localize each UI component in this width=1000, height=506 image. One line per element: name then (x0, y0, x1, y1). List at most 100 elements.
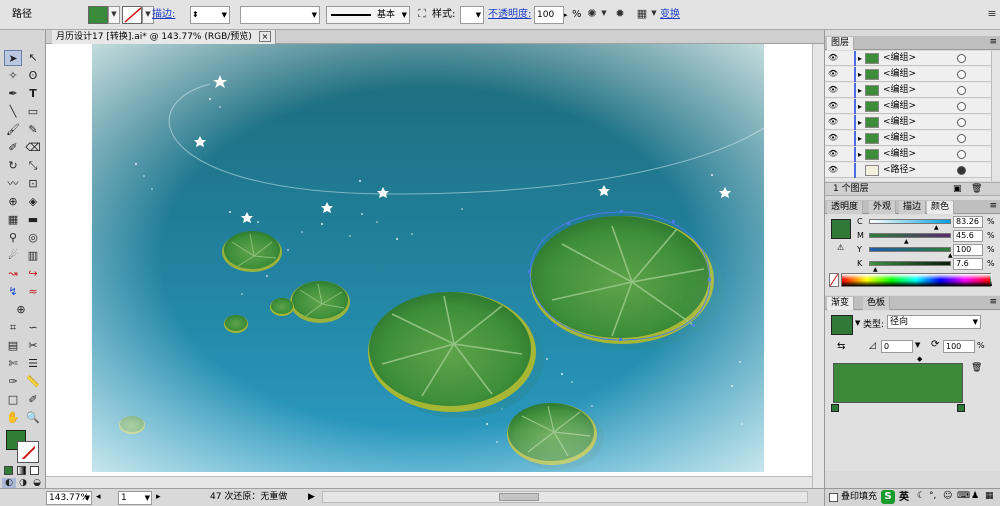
paintbrush-tool-icon[interactable]: 🖌 (4, 122, 22, 138)
selection-tool-icon[interactable]: ➤ (4, 50, 22, 66)
global-edit-icon[interactable]: ✹ (612, 6, 628, 24)
expand-triangle-icon[interactable]: ▸ (858, 131, 862, 146)
gradient-slider-bar[interactable] (833, 363, 963, 403)
color-mode-icon[interactable] (4, 466, 13, 475)
transform-panel-link[interactable]: 变换 (660, 6, 680, 24)
current-fill-swatch[interactable] (831, 219, 851, 239)
emoji-icon[interactable]: ☺ (943, 491, 952, 501)
tab-appearance[interactable]: 外观 (869, 201, 897, 214)
panel-menu-icon[interactable]: ≡ (989, 200, 997, 213)
slider-marker[interactable]: ▲ (934, 225, 939, 231)
line-tool-icon[interactable]: ╲ (4, 104, 22, 120)
pen-tool-icon[interactable]: ✒ (4, 86, 22, 102)
measure-tool-icon[interactable]: 📏 (24, 374, 42, 390)
layer-row[interactable]: 👁 ▸ <编组> (825, 147, 991, 162)
expand-icon[interactable]: ⛶ (414, 6, 430, 24)
symbol-sprayer-tool-icon[interactable]: ☄ (4, 248, 22, 264)
artwork-canvas[interactable] (92, 44, 764, 472)
type-tool-icon[interactable]: T (24, 86, 42, 102)
stroke-weight-field[interactable]: ⬍ ▼ (190, 6, 230, 24)
punctuation-icon[interactable]: °, (929, 491, 936, 501)
tab-stroke[interactable]: 描边 (899, 201, 927, 214)
tab-gradient[interactable]: 渐变 (827, 297, 855, 310)
arc-tool-icon[interactable]: ↪ (24, 266, 42, 282)
new-layer-icon[interactable]: ▣ (953, 183, 962, 196)
status-horizontal-scrollbar[interactable] (322, 491, 808, 503)
wave-tool-icon[interactable]: ≈ (24, 284, 42, 300)
ime-logo-icon[interactable]: S (881, 490, 895, 504)
anchor-tool-icon[interactable]: ↯ (4, 284, 22, 300)
slider-marker[interactable]: ▲ (948, 253, 953, 259)
yellow-slider[interactable] (869, 247, 951, 252)
target-circle-icon[interactable] (957, 86, 966, 95)
blend-tool-icon[interactable]: ◎ (24, 230, 42, 246)
knife-tool-icon[interactable]: ☰ (24, 356, 42, 372)
eye-icon[interactable]: 👁 (828, 118, 838, 126)
column-graph-tool-icon[interactable]: ▤ (4, 338, 22, 354)
target-circle-icon[interactable] (957, 150, 966, 159)
stroke-swatch[interactable] (122, 6, 142, 24)
ime-language-label[interactable]: 英 (899, 491, 909, 504)
layer-name[interactable]: <编组> (883, 115, 916, 130)
artboard-navigator-field[interactable]: 1 ▼ (118, 491, 152, 505)
recolor-dropdown-arrow[interactable]: ▼ (598, 6, 610, 24)
tab-layers[interactable]: 图层 (827, 37, 855, 50)
variable-width-field[interactable]: ▼ (240, 6, 320, 24)
pencil-tool-icon[interactable]: ✎ (24, 122, 42, 138)
eye-icon[interactable]: 👁 (828, 166, 838, 174)
perspective-grid-tool-icon[interactable]: ▦ (4, 212, 22, 228)
scale-tool-icon[interactable]: ⤡ (24, 158, 42, 174)
target-circle-icon[interactable] (957, 70, 966, 79)
shape-builder-tool-icon[interactable]: ⊕ (4, 194, 22, 210)
mesh-tool-icon[interactable]: ⌗ (4, 320, 22, 336)
blob-brush-tool-icon[interactable]: ✐ (4, 140, 22, 156)
target-circle-icon[interactable] (957, 166, 966, 175)
expand-triangle-icon[interactable]: ▸ (858, 51, 862, 66)
eye-icon[interactable]: 👁 (828, 134, 838, 142)
none-mode-icon[interactable] (30, 466, 39, 475)
document-tab[interactable]: 月历设计17 [转换].ai* @ 143.77% (RGB/预览) × (52, 30, 277, 44)
graph-tool-icon[interactable]: ▥ (24, 248, 42, 264)
curvature-tool-icon[interactable]: ↝ (4, 266, 22, 282)
layer-name[interactable]: <路径> (883, 163, 916, 178)
brush-definition-field[interactable]: 基本 ▼ (326, 6, 410, 24)
aspect-ratio-input[interactable]: 100 (943, 340, 975, 353)
layer-name[interactable]: <编组> (883, 51, 916, 66)
chevron-down-icon[interactable]: ▼ (915, 341, 920, 349)
opacity-panel-link[interactable]: 不透明度: (488, 6, 531, 24)
style-dropdown[interactable]: ▼ (460, 6, 484, 24)
vertical-scrollbar[interactable] (812, 44, 824, 488)
first-artboard-icon[interactable]: ◂ (96, 491, 110, 505)
rotate-tool-icon[interactable]: ↻ (4, 158, 22, 174)
fill-dropdown-arrow[interactable]: ▼ (108, 6, 120, 24)
eraser-tool-icon[interactable]: ⌫ (24, 140, 42, 156)
target-circle-icon[interactable] (957, 134, 966, 143)
eyedropper-tool-icon[interactable]: ⚲ (4, 230, 22, 246)
lasso-tool-icon[interactable]: ʘ (24, 68, 42, 84)
expand-triangle-icon[interactable]: ▸ (858, 147, 862, 162)
expand-triangle-icon[interactable]: ▸ (858, 83, 862, 98)
overprint-fill-checkbox[interactable] (829, 493, 838, 502)
tab-transparency[interactable]: 透明度 (827, 201, 864, 214)
horizontal-scrollbar[interactable] (46, 476, 812, 488)
layer-row[interactable]: 👁 ▸ <编组> (825, 83, 991, 98)
free-transform-tool-icon[interactable]: ⊡ (24, 176, 42, 192)
slider-marker[interactable]: ▲ (904, 239, 909, 245)
close-icon[interactable]: × (258, 31, 272, 42)
hand-tool-icon[interactable]: ✋ (4, 410, 22, 426)
trash-icon[interactable]: 🗑 (971, 363, 982, 373)
gradient-mode-icon[interactable] (17, 466, 26, 475)
align-dropdown-arrow[interactable]: ▼ (648, 6, 660, 24)
gradient-preview-swatch[interactable] (831, 315, 853, 335)
expand-triangle-icon[interactable]: ▸ (858, 115, 862, 130)
eye-icon[interactable]: 👁 (828, 70, 838, 78)
magenta-input[interactable]: 45.6 (953, 230, 983, 242)
scissors-tool-icon[interactable]: ✄ (4, 356, 22, 372)
midpoint-diamond-icon[interactable]: ◆ (917, 355, 922, 363)
angle-input[interactable]: 0 (881, 340, 913, 353)
layer-name[interactable]: <编组> (883, 67, 916, 82)
slice-select-tool-icon[interactable]: ✐ (24, 392, 42, 408)
draw-behind-icon[interactable]: ◑ (16, 478, 30, 488)
target-circle-icon[interactable] (957, 102, 966, 111)
layer-name[interactable]: <编组> (883, 147, 916, 162)
